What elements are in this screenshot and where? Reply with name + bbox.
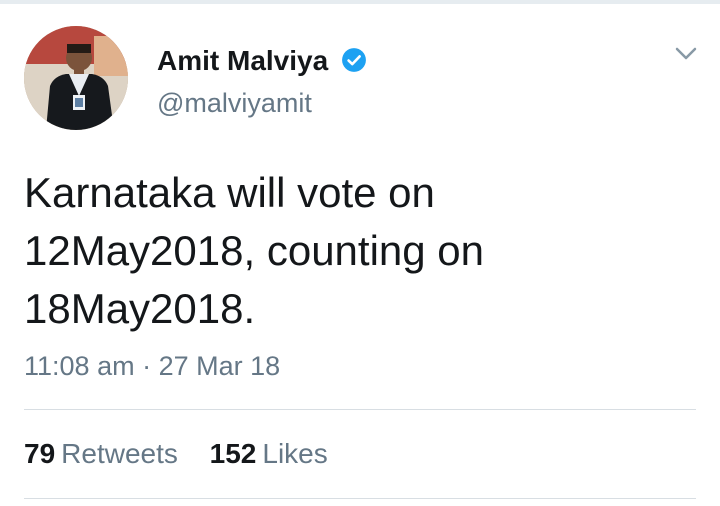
stats-divider-bottom — [24, 498, 696, 499]
author-name[interactable]: Amit Malviya — [157, 44, 328, 78]
stats-divider-top — [24, 409, 696, 410]
avatar[interactable] — [24, 26, 128, 130]
chevron-down-icon[interactable] — [674, 46, 698, 62]
avatar-photo — [24, 26, 128, 130]
likes-label: Likes — [262, 438, 328, 469]
meta-separator: · — [142, 351, 152, 381]
retweets-label: Retweets — [61, 438, 178, 469]
retweets-stat[interactable]: 79 Retweets — [24, 437, 178, 471]
likes-count: 152 — [209, 438, 257, 469]
top-divider — [0, 0, 720, 4]
tweet-text: Karnataka will vote on 12May2018, counti… — [24, 169, 485, 332]
verified-badge-icon — [342, 48, 366, 72]
tweet-stats: 79 Retweets 152 Likes — [24, 437, 352, 471]
tweet-date: 27 Mar 18 — [158, 351, 281, 381]
tweet-timestamp[interactable]: 11:08 am · 27 Mar 18 — [24, 349, 280, 383]
tweet-time: 11:08 am — [24, 351, 135, 381]
tweet-detail: Amit Malviya @malviyamit Karnataka will … — [0, 0, 720, 506]
author-handle[interactable]: @malviyamit — [157, 87, 312, 119]
retweets-count: 79 — [24, 438, 56, 469]
likes-stat[interactable]: 152 Likes — [210, 437, 328, 471]
